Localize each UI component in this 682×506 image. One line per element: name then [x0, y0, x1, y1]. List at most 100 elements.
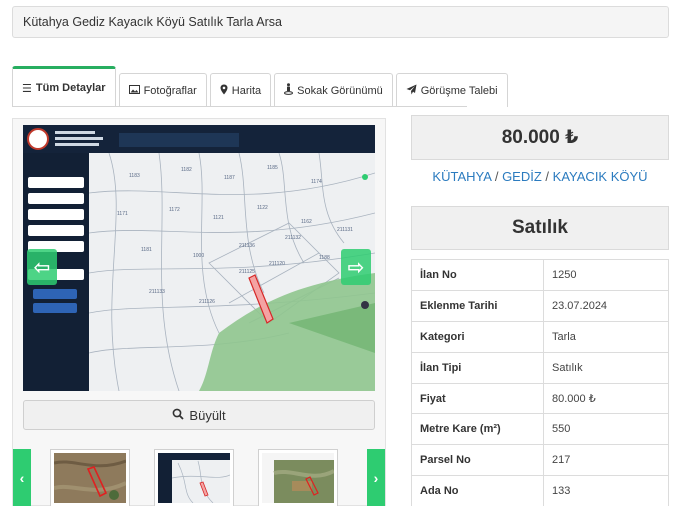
parcel-number-label: 1183 [129, 173, 140, 179]
photo-gallery: 1183 1182 1187 1185 1174 1171 1172 1121 1122 1162… [12, 118, 386, 506]
search-icon [172, 408, 185, 423]
tab-label: Tüm Detaylar [35, 82, 106, 94]
parcel-number-label: 1000 [193, 253, 204, 259]
parcel-number-label: 1187 [224, 175, 235, 181]
parcel-number-label: 211131 [337, 227, 353, 233]
map-portal-header [23, 125, 375, 153]
tab-photos[interactable]: Fotoğraflar [118, 73, 207, 107]
header-text-line [55, 137, 103, 140]
table-row: Kategori Tarla [411, 320, 669, 353]
detail-value: 550 [543, 413, 669, 446]
detail-value: 217 [543, 444, 669, 477]
table-row: Parsel No 217 [411, 444, 669, 477]
tab-all-details[interactable]: ☰ Tüm Detaylar [12, 66, 116, 107]
aerial-photo-graphic [54, 453, 126, 503]
parcel-number-label: 211125 [239, 269, 255, 275]
thumbnail[interactable] [258, 449, 338, 506]
table-row: İlan Tipi Satılık [411, 351, 669, 384]
parcel-number-label: 1162 [301, 219, 312, 225]
tab-label: Fotoğraflar [143, 84, 197, 97]
tab-bar: ☰ Tüm Detaylar Fotoğraflar Harita Sokak … [12, 66, 511, 107]
detail-value: 23.07.2024 [543, 289, 669, 322]
map-select-field [28, 193, 84, 204]
tab-street-view[interactable]: Sokak Görünümü [274, 73, 393, 107]
map-screenshot-graphic [158, 453, 230, 503]
main-photo[interactable]: 1183 1182 1187 1185 1174 1171 1172 1121 1122 1162… [23, 125, 375, 391]
tab-divider [12, 106, 467, 107]
map-panel-button [33, 289, 77, 299]
table-row: Fiyat 80.000 ₺ [411, 382, 669, 415]
table-row: Metre Kare (m²) 550 [411, 413, 669, 446]
thumbnail-strip: ‹ › [13, 447, 385, 506]
map-input-field [28, 225, 84, 236]
map-marker-icon [220, 84, 228, 98]
table-row: Eklenme Tarihi 23.07.2024 [411, 289, 669, 322]
detail-value: Tarla [543, 320, 669, 353]
tab-label: Görüşme Talebi [420, 84, 498, 97]
table-row: Ada No 133 [411, 475, 669, 506]
detail-key: Eklenme Tarihi [411, 289, 544, 322]
parcel-number-label: 1174 [311, 179, 322, 185]
detail-key: İlan Tipi [411, 351, 544, 384]
header-text-line [55, 143, 99, 146]
parcel-number-label: 1185 [267, 165, 278, 171]
satellite-photo-graphic [262, 453, 334, 503]
detail-key: İlan No [411, 259, 544, 291]
thumbs-next-button[interactable]: › [367, 449, 385, 506]
tab-contact-request[interactable]: Görüşme Talebi [395, 73, 508, 107]
parcel-number-label: 211120 [269, 261, 285, 267]
location-separator: / [545, 169, 550, 184]
prev-photo-button[interactable]: ⇦ [27, 249, 57, 285]
detail-key: Parsel No [411, 444, 544, 477]
next-photo-button[interactable]: ⇨ [341, 249, 371, 285]
thumbnail[interactable] [50, 449, 130, 506]
paper-plane-icon [406, 84, 417, 98]
location-city-link[interactable]: KÜTAHYA [432, 169, 491, 184]
map-screenshot [158, 453, 230, 503]
satellite-photo [262, 453, 334, 503]
parcel-number-label: 1171 [117, 211, 128, 217]
detail-value: 1250 [543, 259, 669, 291]
map-banner [119, 133, 239, 147]
map-select-field [28, 209, 84, 220]
tab-map[interactable]: Harita [209, 73, 272, 107]
parcel-number-label: 1188 [319, 255, 330, 261]
parcel-number-label: 1122 [257, 205, 268, 211]
parcel-number-label: 211132 [285, 235, 301, 241]
listing-title: Kütahya Gediz Kayacık Köyü Satılık Tarla… [12, 6, 669, 38]
aerial-photo [54, 453, 126, 503]
header-text-line [55, 131, 95, 134]
thumbs-prev-button[interactable]: ‹ [13, 449, 31, 506]
listing-status: Satılık [411, 206, 669, 250]
parcel-number-label: 1181 [141, 247, 152, 253]
detail-key: Fiyat [411, 382, 544, 415]
price-display: 80.000 ₺ [411, 115, 669, 160]
enlarge-button[interactable]: Büyült [23, 400, 375, 430]
table-row: İlan No 1250 [411, 259, 669, 291]
location-district-link[interactable]: GEDİZ [502, 169, 542, 184]
detail-value: 80.000 ₺ [543, 382, 669, 415]
detail-value: Satılık [543, 351, 669, 384]
location-village-link[interactable]: KAYACIK KÖYÜ [553, 169, 648, 184]
parcel-number-label: 1182 [181, 167, 192, 173]
map-select-field [28, 177, 84, 188]
list-icon: ☰ [22, 82, 32, 95]
tab-label: Harita [231, 84, 262, 97]
thumbnail[interactable] [154, 449, 234, 506]
parcel-number-label: 1172 [169, 207, 180, 213]
detail-key: Ada No [411, 475, 544, 506]
map-panel-button [33, 303, 77, 313]
parcel-number-label: 211133 [149, 289, 165, 295]
enlarge-label: Büyült [189, 407, 226, 423]
parcel-number-label: 211126 [199, 299, 215, 305]
detail-key: Metre Kare (m²) [411, 413, 544, 446]
location-separator: / [494, 169, 499, 184]
cadastral-map: 1183 1182 1187 1185 1174 1171 1172 1121 1122 1162… [89, 153, 375, 391]
parcel-number-label: 1121 [213, 215, 224, 221]
image-icon [128, 84, 140, 97]
tab-label: Sokak Görünümü [297, 84, 383, 97]
municipality-logo [27, 128, 49, 150]
location-breadcrumb: KÜTAHYA / GEDİZ / KAYACIK KÖYÜ [411, 169, 669, 184]
details-table: İlan No 1250 Eklenme Tarihi 23.07.2024 Kat… [411, 259, 669, 506]
street-view-icon [284, 83, 294, 98]
